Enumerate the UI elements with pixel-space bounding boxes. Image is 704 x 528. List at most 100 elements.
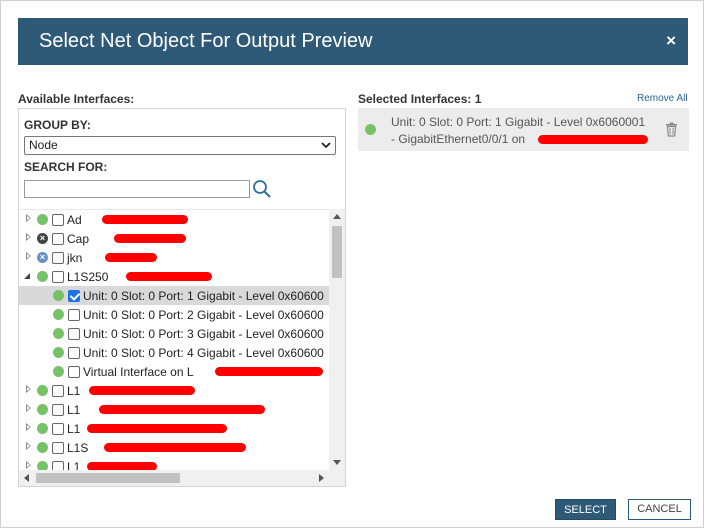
status-green-icon [53,309,64,320]
status-green-icon [53,347,64,358]
checkbox-icon[interactable] [52,233,64,245]
redaction-mark [126,272,212,281]
checkbox-icon[interactable] [68,290,80,302]
tree-child-row[interactable]: Unit: 0 Slot: 0 Port: 1 Gigabit - Level … [19,286,329,305]
checkbox-icon[interactable] [52,385,64,397]
expander-icon[interactable] [26,461,31,469]
tree-row-label: L1S [67,441,89,455]
redaction-mark [114,234,186,243]
scroll-thumb-horizontal[interactable] [36,473,180,483]
status-green-icon [53,290,64,301]
redaction-mark [89,386,195,395]
status-black-icon: × [37,233,48,244]
expander-icon[interactable] [26,404,31,412]
expander-icon[interactable] [26,214,31,222]
redaction-mark [87,462,157,470]
search-input[interactable] [24,180,250,198]
tree-row-label: L1 [67,460,81,470]
available-interfaces-panel: GROUP BY: Node SEARCH FOR: Ad × Cap × jkn L1S… [18,108,346,487]
tree-node-row[interactable]: L1S [19,438,329,457]
scroll-up-icon[interactable] [333,214,341,219]
redaction-mark [104,443,246,452]
status-green-icon [37,271,48,282]
tree-node-row[interactable]: L1 [19,381,329,400]
scroll-down-icon[interactable] [333,460,341,465]
checkbox-icon[interactable] [52,442,64,454]
tree-row-label: jkn [67,251,83,265]
redaction-mark [102,215,188,224]
group-by-select[interactable]: Node [24,136,336,155]
expander-icon[interactable] [26,252,31,260]
checkbox-icon[interactable] [52,271,64,283]
tree-node-row[interactable]: L1 [19,419,329,438]
tree-row-label: L1 [67,384,81,398]
selected-interface-item: Unit: 0 Slot: 0 Port: 1 Gigabit - Level … [358,108,689,151]
dialog-titlebar: Select Net Object For Output Preview × [18,18,688,65]
scroll-right-icon[interactable] [319,474,324,482]
tree-row-label: Cap [67,232,90,246]
status-blue-icon: × [37,252,48,263]
checkbox-icon[interactable] [68,347,80,359]
checkbox-icon[interactable] [68,328,80,340]
selected-interface-line2: - GigabitEthernet0/0/1 on [391,132,526,146]
checkbox-icon[interactable] [52,423,64,435]
status-green-icon [53,366,64,377]
status-green-icon [37,461,48,470]
search-for-label: SEARCH FOR: [24,160,108,174]
tree-row-label: Virtual Interface on L [83,365,194,379]
status-green-icon [37,385,48,396]
tree-row-label: Unit: 0 Slot: 0 Port: 3 Gigabit - Level … [83,327,324,341]
checkbox-icon[interactable] [52,461,64,470]
tree-row-label: L1S250 [67,270,109,284]
cancel-button[interactable]: CANCEL [628,499,691,520]
trash-icon[interactable] [665,122,678,137]
status-green-icon [37,423,48,434]
tree-node-row[interactable]: L1 [19,400,329,419]
status-up-icon [365,124,376,135]
expander-icon[interactable] [26,385,31,393]
dialog-title: Select Net Object For Output Preview [39,30,373,52]
tree-row-label: L1 [67,422,81,436]
chevron-down-icon [321,142,331,149]
tree-row-label: Unit: 0 Slot: 0 Port: 4 Gigabit - Level … [83,346,324,360]
redaction-mark [105,253,157,262]
tree-row-label: Ad [67,213,82,227]
scroll-thumb[interactable] [332,226,342,278]
redaction-mark [538,135,648,144]
dialog: Select Net Object For Output Preview × A… [0,0,704,528]
selected-interfaces-heading: Selected Interfaces: 1 [358,92,482,106]
select-button[interactable]: SELECT [555,499,616,520]
redaction-mark [87,424,227,433]
selected-interface-line1: Unit: 0 Slot: 0 Port: 1 Gigabit - Level … [391,115,646,129]
redaction-mark [215,367,323,376]
tree-horizontal-scrollbar[interactable] [19,470,345,486]
tree-child-row[interactable]: Virtual Interface on L [19,362,329,381]
checkbox-icon[interactable] [52,252,64,264]
expander-icon[interactable] [26,423,31,431]
tree-node-row[interactable]: × jkn [19,248,329,267]
available-interfaces-heading: Available Interfaces: [18,92,135,106]
checkbox-icon[interactable] [52,214,64,226]
expander-icon[interactable] [26,233,31,241]
remove-all-link[interactable]: Remove All [637,93,688,104]
checkbox-icon[interactable] [52,404,64,416]
close-icon[interactable]: × [666,31,676,51]
tree-node-row[interactable]: × Cap [19,229,329,248]
group-by-value: Node [29,138,58,152]
expander-icon[interactable] [26,442,31,450]
tree-node-row[interactable]: Ad [19,210,329,229]
tree-child-row[interactable]: Unit: 0 Slot: 0 Port: 3 Gigabit - Level … [19,324,329,343]
tree-vertical-scrollbar[interactable] [329,209,345,470]
interface-tree: Ad × Cap × jkn L1S250 Unit: 0 Slot: 0 Port: 1 … [19,209,329,470]
expander-icon[interactable] [24,273,30,279]
tree-node-row[interactable]: L1 [19,457,329,470]
tree-node-row[interactable]: L1S250 [19,267,329,286]
tree-row-label: Unit: 0 Slot: 0 Port: 1 Gigabit - Level … [83,289,324,303]
scroll-left-icon[interactable] [24,474,29,482]
tree-child-row[interactable]: Unit: 0 Slot: 0 Port: 4 Gigabit - Level … [19,343,329,362]
status-green-icon [37,404,48,415]
checkbox-icon[interactable] [68,309,80,321]
checkbox-icon[interactable] [68,366,80,378]
tree-child-row[interactable]: Unit: 0 Slot: 0 Port: 2 Gigabit - Level … [19,305,329,324]
search-icon[interactable] [252,179,272,199]
